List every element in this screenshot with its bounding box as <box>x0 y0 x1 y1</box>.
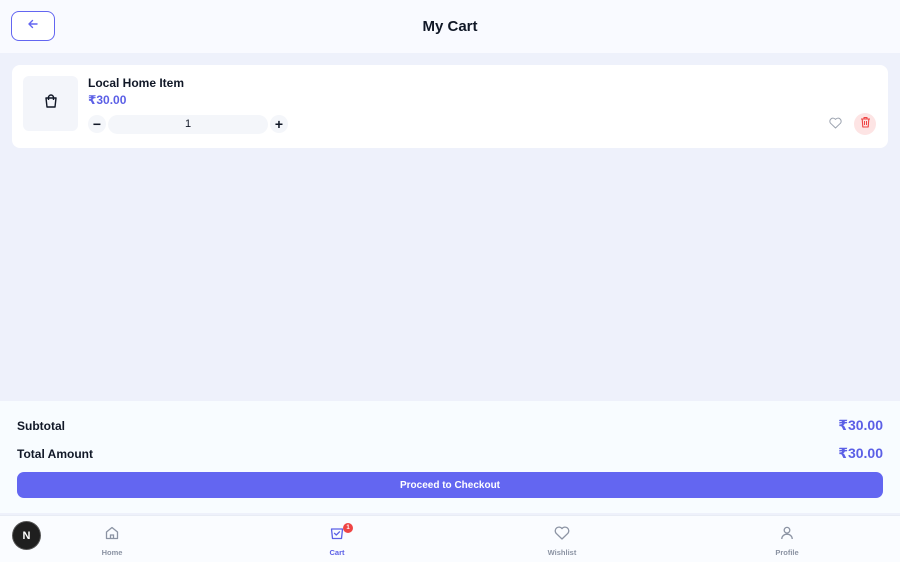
heart-icon <box>828 116 842 134</box>
back-button[interactable] <box>11 11 55 41</box>
total-label: Total Amount <box>17 446 93 461</box>
user-icon <box>779 525 795 546</box>
bottom-navigation: Home 1 Cart Wishlist Profile <box>0 515 900 562</box>
product-name[interactable]: Local Home Item <box>88 76 184 90</box>
increment-button[interactable]: + <box>270 115 288 133</box>
total-row: Total Amount ₹30.00 <box>17 445 883 462</box>
cart-item-card: Local Home Item ₹30.00 − 1 + <box>12 65 888 148</box>
cart-count-badge: 1 <box>343 523 353 533</box>
home-icon <box>104 525 120 546</box>
trash-icon <box>860 115 871 133</box>
heart-icon <box>554 525 570 546</box>
nav-label-wishlist: Wishlist <box>547 548 577 557</box>
page-title: My Cart <box>422 18 478 35</box>
order-summary: Subtotal ₹30.00 Total Amount ₹30.00 Proc… <box>0 401 900 513</box>
nav-label-cart: Cart <box>329 548 345 557</box>
nav-item-wishlist[interactable]: Wishlist <box>522 525 602 557</box>
subtotal-row: Subtotal ₹30.00 <box>17 417 883 434</box>
quantity-stepper: − 1 + <box>88 114 288 134</box>
subtotal-value: ₹30.00 <box>838 417 883 433</box>
decrement-button[interactable]: − <box>88 115 106 133</box>
product-thumbnail[interactable] <box>23 76 78 131</box>
quantity-input[interactable]: 1 <box>108 114 268 134</box>
header: My Cart <box>0 0 900 53</box>
shopping-bag-icon <box>43 93 59 114</box>
nav-item-profile[interactable]: Profile <box>747 525 827 557</box>
subtotal-label: Subtotal <box>17 418 65 433</box>
checkout-button[interactable]: Proceed to Checkout <box>17 472 883 498</box>
arrow-left-icon <box>27 17 39 35</box>
nav-item-home[interactable]: Home <box>72 525 152 557</box>
nav-label-profile: Profile <box>775 548 799 557</box>
nav-item-cart[interactable]: 1 Cart <box>297 523 377 557</box>
nav-label-home: Home <box>101 548 123 557</box>
delete-button[interactable] <box>854 113 876 135</box>
add-to-wishlist-button[interactable] <box>827 117 843 133</box>
total-value: ₹30.00 <box>838 445 883 461</box>
next-logo-button[interactable]: N <box>13 522 40 549</box>
product-price: ₹30.00 <box>88 93 127 107</box>
